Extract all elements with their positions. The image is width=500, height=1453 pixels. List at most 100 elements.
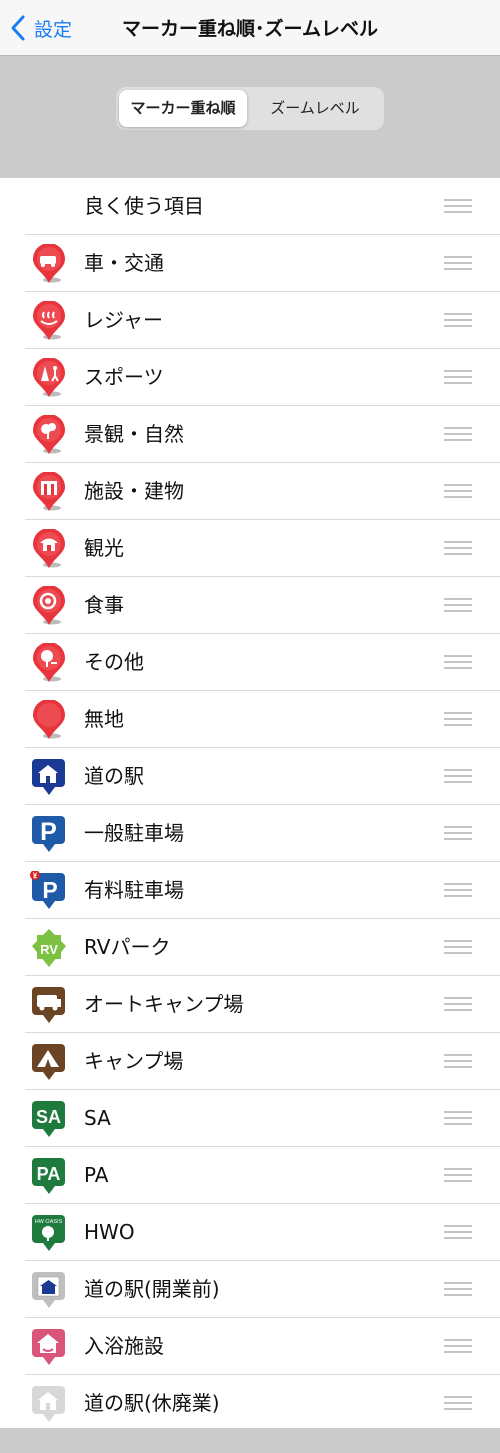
list-item-label: キャンプ場 <box>84 1049 184 1073</box>
list-item[interactable]: SA SA <box>0 1090 500 1147</box>
camp-icon <box>30 1042 68 1082</box>
drag-handle-icon[interactable] <box>444 1111 472 1125</box>
list-item-label: 施設・建物 <box>84 479 184 503</box>
list-item-label: RVパーク <box>84 935 171 959</box>
rv-park-icon: RV <box>30 928 68 968</box>
list-footer <box>0 1428 500 1453</box>
auto-camp-icon <box>30 985 68 1025</box>
svg-text:PA: PA <box>37 1164 61 1184</box>
list-item-label: 車・交通 <box>84 251 164 275</box>
list-item-label: 食事 <box>84 593 124 617</box>
pa-icon: PA <box>30 1156 68 1196</box>
drag-handle-icon[interactable] <box>444 1339 472 1353</box>
segment-zoom-level[interactable]: ズームレベル <box>249 90 381 127</box>
list-item-label: 景観・自然 <box>84 422 184 446</box>
page-title: マーカー重ね順･ズームレベル <box>122 18 378 40</box>
list-item[interactable]: その他 <box>0 634 500 691</box>
parking-icon: P <box>30 814 68 854</box>
drag-handle-icon[interactable] <box>444 1396 472 1410</box>
drag-handle-icon[interactable] <box>444 712 472 726</box>
list-item-label: スポーツ <box>84 365 164 389</box>
drag-handle-icon[interactable] <box>444 1225 472 1239</box>
hot-spring-pin-icon <box>30 300 68 341</box>
svg-text:P: P <box>42 877 57 903</box>
svg-text:¥: ¥ <box>33 872 38 881</box>
other-pin-icon <box>30 642 68 683</box>
list-item-label: オートキャンプ場 <box>84 992 244 1016</box>
drag-handle-icon[interactable] <box>444 541 472 555</box>
svg-text:SA: SA <box>36 1107 61 1127</box>
list-item[interactable]: 食事 <box>0 577 500 634</box>
drag-handle-icon[interactable] <box>444 370 472 384</box>
list-item-label: レジャー <box>84 308 163 332</box>
list-item-label: 一般駐車場 <box>84 821 184 845</box>
sports-pin-icon <box>30 357 68 398</box>
drag-handle-icon[interactable] <box>444 256 472 270</box>
list-item[interactable]: 道の駅(開業前) <box>0 1261 500 1318</box>
scenery-pin-icon <box>30 414 68 455</box>
list-item[interactable]: スポーツ <box>0 349 500 406</box>
list-item[interactable]: 施設・建物 <box>0 463 500 520</box>
list-item[interactable]: P ¥ 有料駐車場 <box>0 862 500 919</box>
hwo-icon: HW OASIS <box>30 1213 68 1253</box>
category-list: 良く使う項目車・交通レジャースポーツ景観・自然施設・建物観光食事その他無地道の駅… <box>0 178 500 1428</box>
navigation-bar: 設定 マーカー重ね順･ズームレベル <box>0 0 500 56</box>
list-item[interactable]: 道の駅(休廃業) <box>0 1375 500 1432</box>
list-item[interactable]: HW OASIS HWO <box>0 1204 500 1261</box>
drag-handle-icon[interactable] <box>444 655 472 669</box>
list-item[interactable]: キャンプ場 <box>0 1033 500 1090</box>
list-item-label: PA <box>84 1163 109 1187</box>
segment-area: マーカー重ね順 ズームレベル <box>0 56 500 178</box>
facility-pin-icon <box>30 471 68 512</box>
list-item-label: 道の駅(休廃業) <box>84 1391 220 1415</box>
roadside-station-closed-icon <box>30 1384 68 1424</box>
list-item-label: 入浴施設 <box>84 1334 164 1358</box>
roadside-station-preopen-icon <box>30 1270 68 1310</box>
drag-handle-icon[interactable] <box>444 598 472 612</box>
plain-pin-icon <box>30 699 68 740</box>
bath-facility-icon <box>30 1327 68 1367</box>
list-item-label: 有料駐車場 <box>84 878 184 902</box>
list-item-label: 道の駅(開業前) <box>84 1277 220 1301</box>
segment-marker-order[interactable]: マーカー重ね順 <box>119 90 247 127</box>
drag-handle-icon[interactable] <box>444 883 472 897</box>
list-item[interactable]: 車・交通 <box>0 235 500 292</box>
drag-handle-icon[interactable] <box>444 1054 472 1068</box>
meal-pin-icon <box>30 585 68 626</box>
list-item-label: 無地 <box>84 707 124 731</box>
list-item-label: HWO <box>84 1220 135 1244</box>
list-item[interactable]: 観光 <box>0 520 500 577</box>
drag-handle-icon[interactable] <box>444 1168 472 1182</box>
drag-handle-icon[interactable] <box>444 484 472 498</box>
list-item-label: SA <box>84 1106 111 1130</box>
list-item-label: その他 <box>84 650 144 674</box>
list-item[interactable]: 無地 <box>0 691 500 748</box>
drag-handle-icon[interactable] <box>444 826 472 840</box>
list-item[interactable]: PA PA <box>0 1147 500 1204</box>
list-item-label: 道の駅 <box>84 764 144 788</box>
drag-handle-icon[interactable] <box>444 997 472 1011</box>
list-item[interactable]: 良く使う項目 <box>0 178 500 235</box>
svg-text:P: P <box>40 818 57 846</box>
drag-handle-icon[interactable] <box>444 769 472 783</box>
list-item[interactable]: オートキャンプ場 <box>0 976 500 1033</box>
list-item[interactable]: 道の駅 <box>0 748 500 805</box>
svg-text:HW OASIS: HW OASIS <box>35 1219 63 1225</box>
list-item[interactable]: 入浴施設 <box>0 1318 500 1375</box>
drag-handle-icon[interactable] <box>444 940 472 954</box>
car-pin-icon <box>30 243 68 284</box>
list-item[interactable]: 景観・自然 <box>0 406 500 463</box>
drag-handle-icon[interactable] <box>444 199 472 213</box>
list-item[interactable]: P 一般駐車場 <box>0 805 500 862</box>
list-item[interactable]: レジャー <box>0 292 500 349</box>
list-item[interactable]: RV RVパーク <box>0 919 500 976</box>
paid-parking-icon: P ¥ <box>30 870 68 911</box>
list-item-label: 観光 <box>84 536 124 560</box>
sightseeing-pin-icon <box>30 528 68 569</box>
svg-text:RV: RV <box>40 942 58 957</box>
segmented-control: マーカー重ね順 ズームレベル <box>116 87 384 130</box>
drag-handle-icon[interactable] <box>444 1282 472 1296</box>
drag-handle-icon[interactable] <box>444 313 472 327</box>
sa-icon: SA <box>30 1099 68 1139</box>
drag-handle-icon[interactable] <box>444 427 472 441</box>
